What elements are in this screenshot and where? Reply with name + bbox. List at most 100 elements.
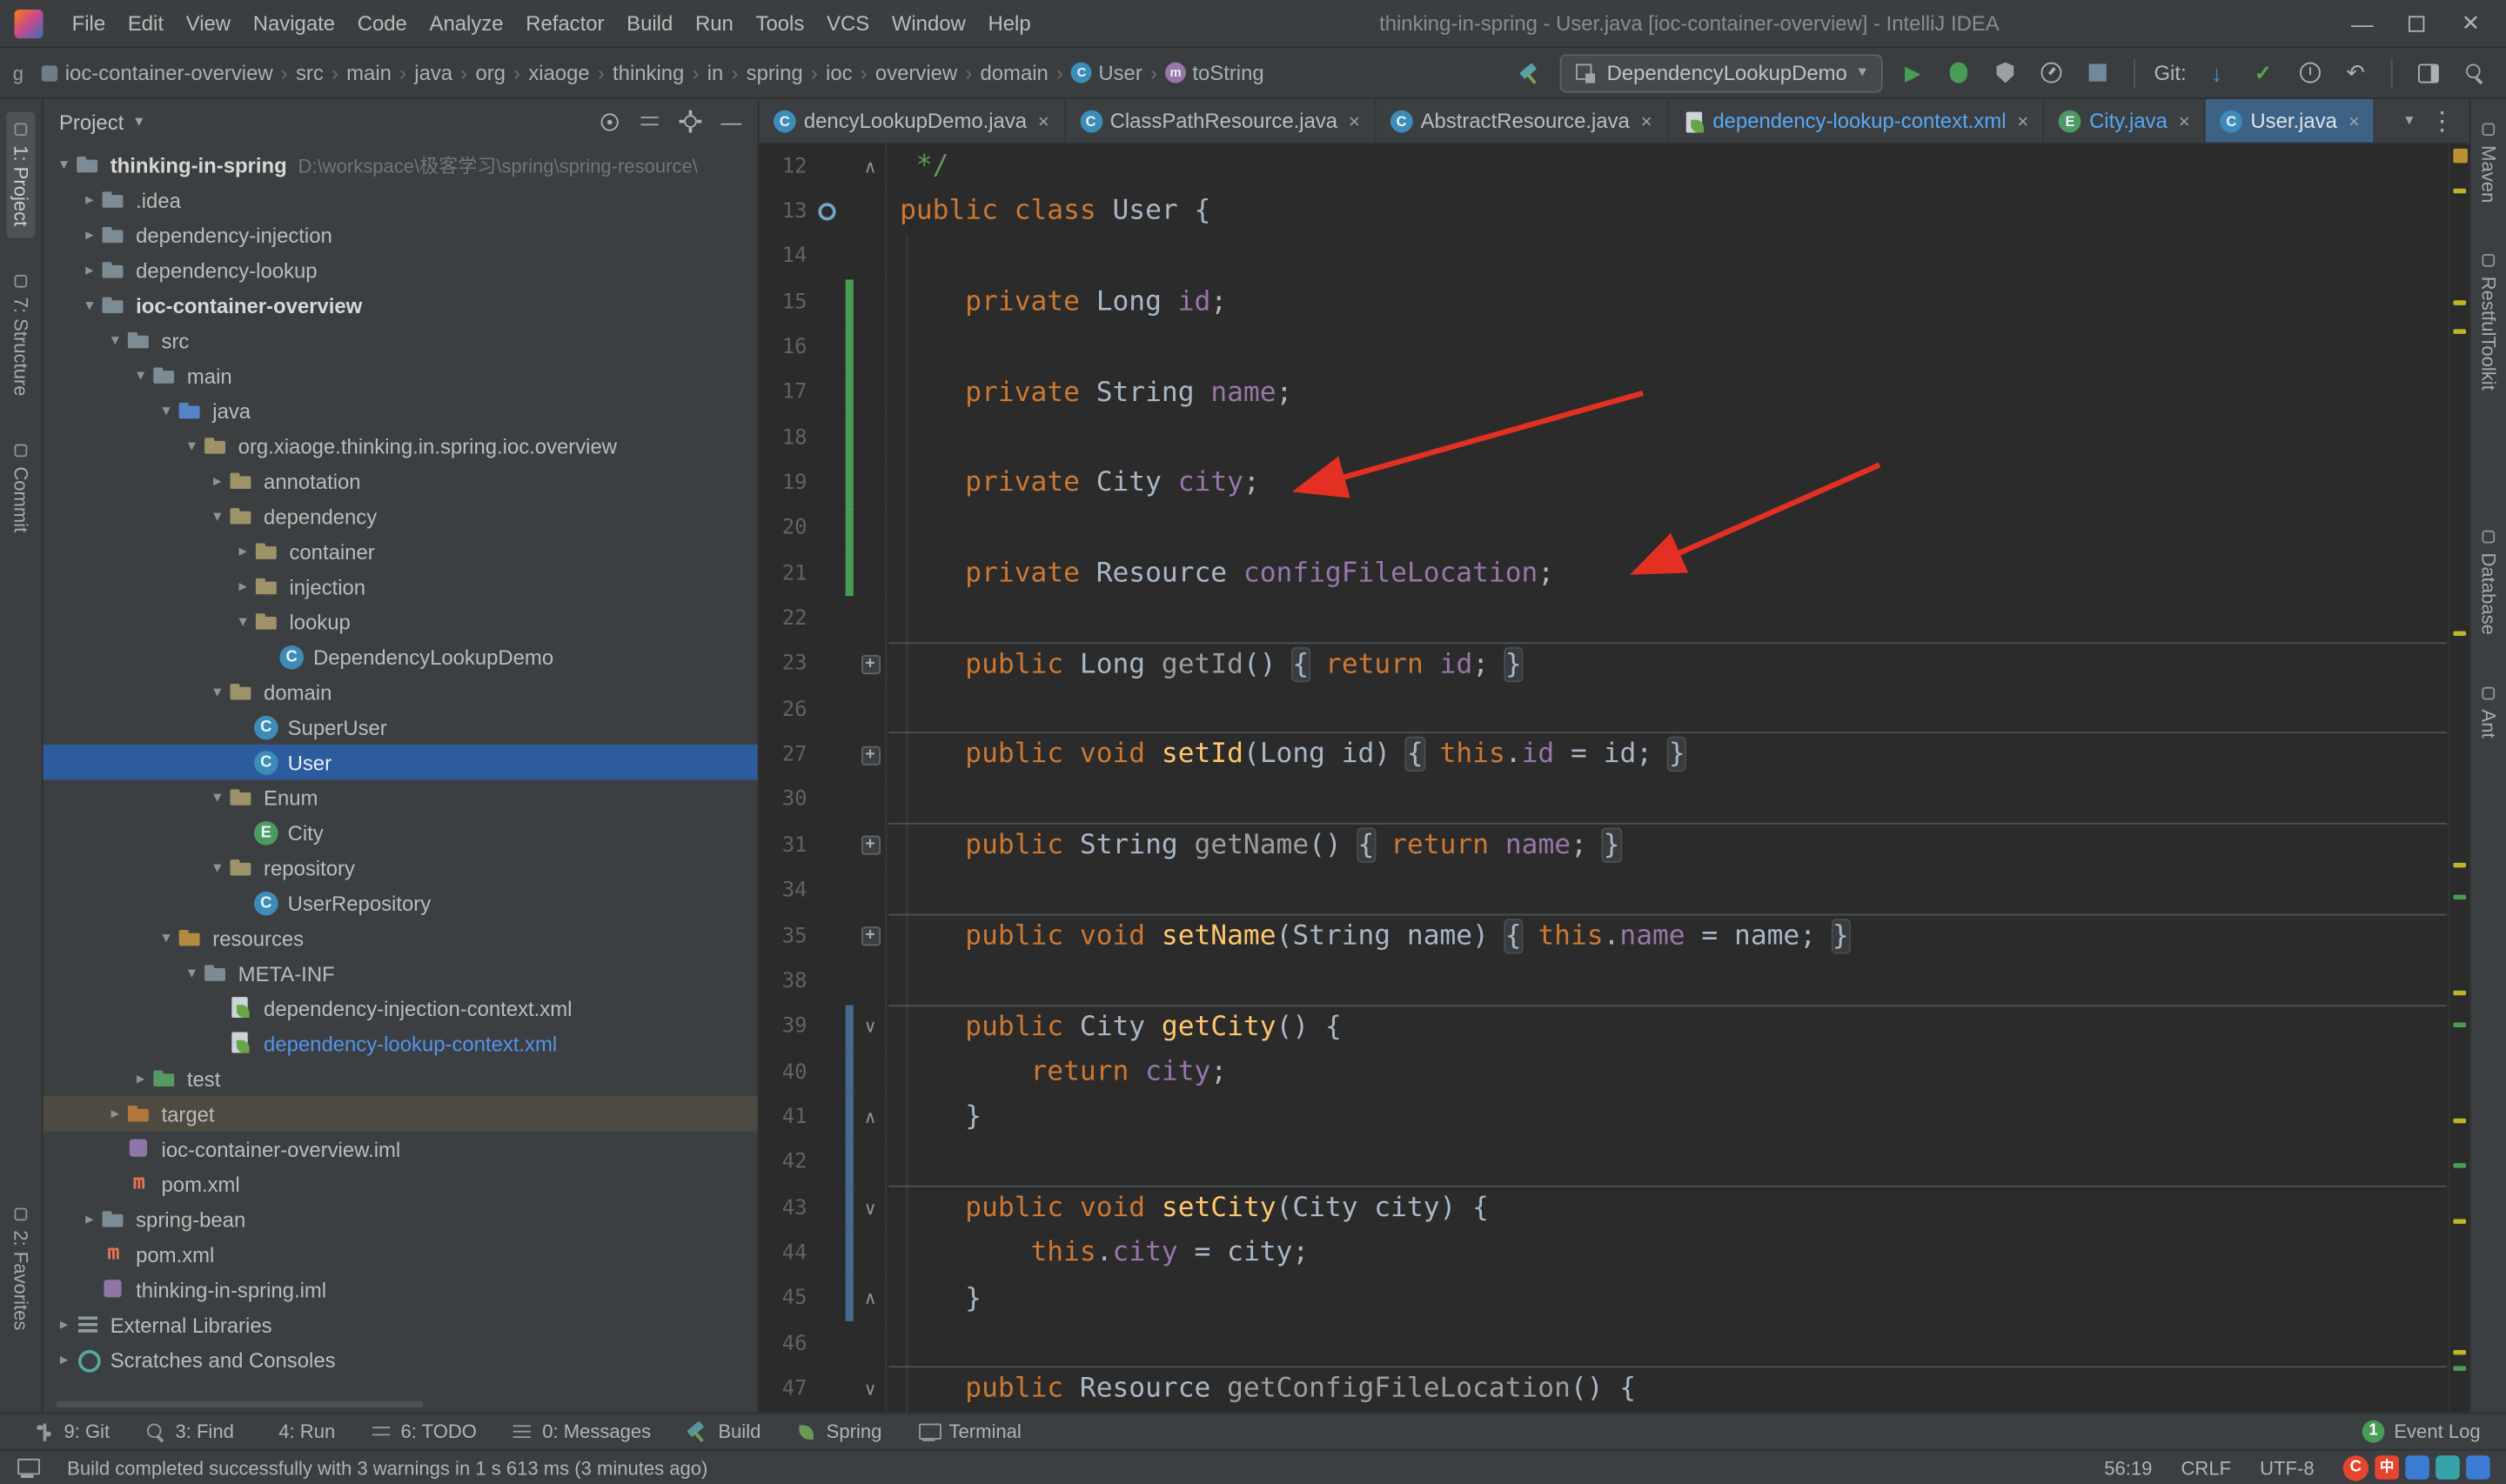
gear-icon[interactable]	[680, 110, 702, 133]
tree-item-pom.xml[interactable]: mpom.xml	[44, 1237, 758, 1272]
code-line-34[interactable]: 34	[759, 868, 2469, 913]
breadcrumb-item-java[interactable]: java	[410, 59, 458, 86]
fold-plus-icon[interactable]: +	[854, 836, 888, 855]
tree-item-.idea[interactable]: ▸.idea	[44, 182, 758, 217]
breadcrumb-item-spring[interactable]: spring	[741, 59, 807, 86]
event-log-button[interactable]: 1 Event Log	[2362, 1420, 2490, 1443]
tree-item-dependency-lookup-context.xml[interactable]: dependency-lookup-context.xml	[44, 1026, 758, 1060]
menu-item-code[interactable]: Code	[346, 6, 419, 40]
tree-item-org.xiaoge.thinking.in.spring.ioc.overview[interactable]: ▾org.xiaoge.thinking.in.spring.ioc.overv…	[44, 428, 758, 463]
vcs-rollback-icon[interactable]: ↶	[2340, 57, 2372, 89]
code-line-12[interactable]: 12∧ */	[759, 144, 2469, 189]
code-line-18[interactable]: 18	[759, 416, 2469, 461]
debug-button[interactable]	[1943, 57, 1975, 89]
search-everywhere-icon[interactable]	[2458, 57, 2490, 89]
chevron-down-icon[interactable]: ▾	[2405, 112, 2413, 130]
minimize-button[interactable]: —	[2336, 4, 2388, 43]
tool-button-restfultoolkit[interactable]: RestfulToolkit	[2474, 243, 2503, 402]
fold-up-icon[interactable]: ∧	[854, 1288, 888, 1309]
fold-down-icon[interactable]: ∨	[854, 1379, 888, 1400]
tool-button-0-messages[interactable]: 0: Messages	[494, 1414, 668, 1449]
code-line-23[interactable]: 23+ public Long getId() { return id; }	[759, 642, 2469, 687]
menu-item-window[interactable]: Window	[881, 6, 977, 40]
code-line-46[interactable]: 46	[759, 1321, 2469, 1367]
code-line-30[interactable]: 30	[759, 778, 2469, 823]
tree-item-dependency-injection-context.xml[interactable]: dependency-injection-context.xml	[44, 991, 758, 1026]
stripe-mark[interactable]	[2453, 1350, 2466, 1355]
tree-item-dependency[interactable]: ▾dependency	[44, 498, 758, 533]
inspection-status-icon[interactable]	[2453, 149, 2468, 164]
chevron-down-icon[interactable]: ▾	[206, 859, 229, 876]
code-line-44[interactable]: 44 this.city = city;	[759, 1231, 2469, 1276]
breadcrumb-item-main[interactable]: main	[342, 59, 397, 86]
chevron-down-icon[interactable]: ▾	[155, 402, 178, 419]
status-message[interactable]: Build completed successfully with 3 warn…	[67, 1456, 707, 1479]
code-line-26[interactable]: 26	[759, 687, 2469, 732]
code-line-39[interactable]: 39∨ public City getCity() {	[759, 1004, 2469, 1049]
profiler-button[interactable]	[2036, 57, 2068, 89]
stripe-mark[interactable]	[2453, 1023, 2466, 1028]
chevron-down-icon[interactable]: ▾	[130, 367, 152, 384]
error-stripe[interactable]	[2449, 144, 2469, 1412]
tool-button-terminal[interactable]: Terminal	[900, 1414, 1039, 1449]
menu-item-help[interactable]: Help	[977, 6, 1042, 40]
stripe-mark[interactable]	[2453, 189, 2466, 194]
chevron-right-icon[interactable]: ▸	[104, 1105, 126, 1122]
tool-button-database[interactable]: Database	[2474, 520, 2503, 647]
menu-item-tools[interactable]: Tools	[745, 6, 815, 40]
tree-item-SuperUser[interactable]: CSuperUser	[44, 710, 758, 745]
tab-dependency-lookup-context.xml[interactable]: dependency-lookup-context.xml×	[1668, 99, 2045, 143]
run-button[interactable]: ▶	[1897, 57, 1929, 89]
chevron-right-icon[interactable]: ▸	[206, 472, 229, 490]
code-line-47[interactable]: 47∨ public Resource getConfigFileLocatio…	[759, 1367, 2469, 1412]
code-line-35[interactable]: 35+ public void setName(String name) { t…	[759, 913, 2469, 959]
breadcrumb-item-ioc-container-overview[interactable]: ioc-container-overview	[33, 59, 278, 86]
breadcrumb-item-xiaoge[interactable]: xiaoge	[524, 59, 594, 86]
stripe-mark[interactable]	[2453, 863, 2466, 868]
chevron-right-icon[interactable]: ▸	[53, 1316, 76, 1334]
fold-plus-icon[interactable]: +	[854, 655, 888, 674]
menu-item-vcs[interactable]: VCS	[815, 6, 881, 40]
class-marker-icon[interactable]	[817, 203, 834, 220]
close-tab-icon[interactable]: ×	[1038, 110, 1049, 132]
tree-item-City[interactable]: ECity	[44, 815, 758, 850]
breadcrumb-item-in[interactable]: in	[702, 59, 728, 86]
close-button[interactable]: ✕	[2445, 4, 2496, 43]
code-line-19[interactable]: 19 private City city;	[759, 461, 2469, 506]
tree-item-main[interactable]: ▾main	[44, 358, 758, 392]
stripe-mark[interactable]	[2453, 991, 2466, 996]
tree-item-pom.xml[interactable]: mpom.xml	[44, 1166, 758, 1201]
chevron-down-icon[interactable]: ▾	[155, 929, 178, 946]
vcs-history-icon[interactable]	[2294, 57, 2326, 89]
tab-User.java[interactable]: CUser.java×	[2206, 99, 2375, 143]
menu-item-analyze[interactable]: Analyze	[419, 6, 515, 40]
stop-button[interactable]	[2082, 57, 2114, 89]
code-line-41[interactable]: 41∧ }	[759, 1095, 2469, 1140]
code-line-15[interactable]: 15 private Long id;	[759, 279, 2469, 324]
tree-item-User[interactable]: CUser	[44, 745, 758, 779]
tree-item-java[interactable]: ▾java	[44, 393, 758, 428]
code-line-40[interactable]: 40 return city;	[759, 1050, 2469, 1095]
code-line-31[interactable]: 31+ public String getName() { return nam…	[759, 823, 2469, 868]
close-tab-icon[interactable]: ×	[2349, 110, 2360, 132]
code-line-27[interactable]: 27+ public void setId(Long id) { this.id…	[759, 732, 2469, 778]
project-panel-title[interactable]: Project	[59, 110, 124, 134]
tree-item-META-INF[interactable]: ▾META-INF	[44, 955, 758, 990]
stripe-mark[interactable]	[2453, 1219, 2466, 1224]
breadcrumb-item-org[interactable]: org	[471, 59, 511, 86]
more-icon[interactable]: ⋮	[2429, 104, 2455, 137]
fold-down-icon[interactable]: ∨	[854, 1017, 888, 1038]
tree-item-lookup[interactable]: ▾lookup	[44, 604, 758, 638]
code-line-43[interactable]: 43∨ public void setCity(City city) {	[759, 1186, 2469, 1231]
caret-position[interactable]: 56:19	[2104, 1456, 2152, 1479]
chevron-right-icon[interactable]: ▸	[78, 261, 101, 278]
vcs-commit-icon[interactable]: ✓	[2247, 57, 2279, 89]
tool-window-switcher-icon[interactable]	[16, 1457, 38, 1478]
chevron-right-icon[interactable]: ▸	[78, 226, 101, 244]
chevron-down-icon[interactable]: ▾	[231, 612, 254, 630]
collapse-all-icon[interactable]	[640, 111, 660, 132]
tree-item-injection[interactable]: ▸injection	[44, 569, 758, 604]
chevron-down-icon[interactable]: ▾	[206, 683, 229, 700]
tree-item-annotation[interactable]: ▸annotation	[44, 464, 758, 498]
close-tab-icon[interactable]: ×	[1641, 110, 1652, 132]
